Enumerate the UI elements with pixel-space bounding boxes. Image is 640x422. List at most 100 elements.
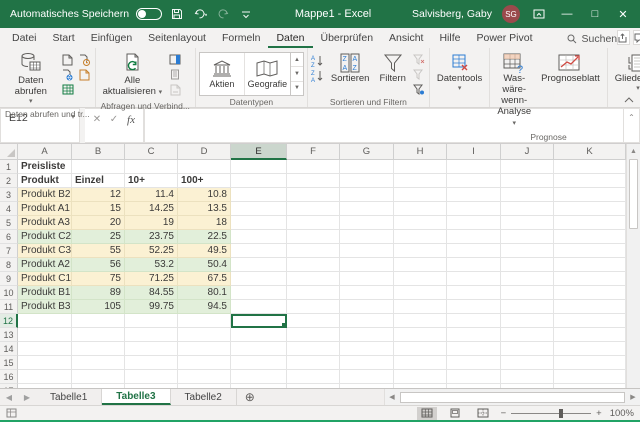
ribbon-tab-ansicht[interactable]: Ansicht bbox=[381, 30, 431, 48]
row-header-5[interactable]: 5 bbox=[0, 216, 18, 230]
cell-H4[interactable] bbox=[394, 202, 447, 216]
cell-E3[interactable] bbox=[231, 188, 287, 202]
cell-G7[interactable] bbox=[340, 244, 394, 258]
row-header-6[interactable]: 6 bbox=[0, 230, 18, 244]
cell-J6[interactable] bbox=[501, 230, 554, 244]
cell-E8[interactable] bbox=[231, 258, 287, 272]
row-header-7[interactable]: 7 bbox=[0, 244, 18, 258]
ribbon-tab-formeln[interactable]: Formeln bbox=[214, 30, 269, 48]
cell-E14[interactable] bbox=[231, 342, 287, 356]
cell-D9[interactable]: 67.5 bbox=[178, 272, 231, 286]
cell-B13[interactable] bbox=[72, 328, 125, 342]
scroll-left-icon[interactable]: ◀ bbox=[385, 393, 399, 401]
cell-K13[interactable] bbox=[554, 328, 626, 342]
cell-A6[interactable]: Produkt C2 bbox=[18, 230, 72, 244]
select-all-corner[interactable] bbox=[0, 144, 18, 160]
cell-F10[interactable] bbox=[287, 286, 340, 300]
close-button[interactable]: ✕ bbox=[614, 5, 632, 23]
stocks-button[interactable]: Aktien bbox=[200, 53, 245, 95]
cell-I6[interactable] bbox=[447, 230, 501, 244]
cell-H6[interactable] bbox=[394, 230, 447, 244]
row-header-13[interactable]: 13 bbox=[0, 328, 18, 342]
column-header-D[interactable]: D bbox=[178, 144, 231, 160]
from-web-icon[interactable] bbox=[61, 68, 75, 81]
ribbon-tab-datei[interactable]: Datei bbox=[4, 30, 45, 48]
cell-I10[interactable] bbox=[447, 286, 501, 300]
cell-K8[interactable] bbox=[554, 258, 626, 272]
cell-F14[interactable] bbox=[287, 342, 340, 356]
cell-D1[interactable] bbox=[178, 160, 231, 174]
cell-D2[interactable]: 100+ bbox=[178, 174, 231, 188]
cell-H9[interactable] bbox=[394, 272, 447, 286]
formula-bar-expand-icon[interactable]: ⌃ bbox=[624, 108, 640, 143]
cell-B2[interactable]: Einzel bbox=[72, 174, 125, 188]
cell-C4[interactable]: 14.25 bbox=[125, 202, 178, 216]
cell-I11[interactable] bbox=[447, 300, 501, 314]
geography-button[interactable]: Geografie bbox=[245, 53, 290, 95]
view-normal-button[interactable] bbox=[417, 407, 437, 420]
column-header-C[interactable]: C bbox=[125, 144, 178, 160]
cell-E10[interactable] bbox=[231, 286, 287, 300]
insert-function-icon[interactable]: fx bbox=[123, 112, 139, 127]
sheet-tab-tabelle3[interactable]: Tabelle3 bbox=[102, 389, 170, 405]
column-header-F[interactable]: F bbox=[287, 144, 340, 160]
cell-K4[interactable] bbox=[554, 202, 626, 216]
cell-F3[interactable] bbox=[287, 188, 340, 202]
cell-F12[interactable] bbox=[287, 314, 340, 328]
cell-H12[interactable] bbox=[394, 314, 447, 328]
cell-B7[interactable]: 55 bbox=[72, 244, 125, 258]
cell-D14[interactable] bbox=[178, 342, 231, 356]
cell-I8[interactable] bbox=[447, 258, 501, 272]
cell-F4[interactable] bbox=[287, 202, 340, 216]
row-header-16[interactable]: 16 bbox=[0, 370, 18, 384]
filter-button[interactable]: Filtern bbox=[375, 50, 409, 87]
cell-E17[interactable] bbox=[231, 384, 287, 388]
cell-E5[interactable] bbox=[231, 216, 287, 230]
cell-C14[interactable] bbox=[125, 342, 178, 356]
cell-H3[interactable] bbox=[394, 188, 447, 202]
sort-za-icon[interactable]: ZA bbox=[311, 69, 325, 82]
horizontal-scrollbar[interactable]: ◀ ▶ bbox=[384, 389, 640, 405]
cell-F11[interactable] bbox=[287, 300, 340, 314]
from-file-icon[interactable] bbox=[78, 68, 92, 81]
cell-I5[interactable] bbox=[447, 216, 501, 230]
cell-C5[interactable]: 19 bbox=[125, 216, 178, 230]
column-header-A[interactable]: A bbox=[18, 144, 72, 160]
cell-B14[interactable] bbox=[72, 342, 125, 356]
cell-B5[interactable]: 20 bbox=[72, 216, 125, 230]
row-header-12[interactable]: 12 bbox=[0, 314, 18, 328]
column-header-B[interactable]: B bbox=[72, 144, 125, 160]
cell-A9[interactable]: Produkt C1 bbox=[18, 272, 72, 286]
cell-I16[interactable] bbox=[447, 370, 501, 384]
cell-H16[interactable] bbox=[394, 370, 447, 384]
cell-B1[interactable] bbox=[72, 160, 125, 174]
cell-E4[interactable] bbox=[231, 202, 287, 216]
scroll-right-icon[interactable]: ▶ bbox=[626, 393, 640, 401]
cell-B11[interactable]: 105 bbox=[72, 300, 125, 314]
cell-B17[interactable] bbox=[72, 384, 125, 388]
cell-E15[interactable] bbox=[231, 356, 287, 370]
cell-J10[interactable] bbox=[501, 286, 554, 300]
column-header-G[interactable]: G bbox=[340, 144, 394, 160]
cell-J7[interactable] bbox=[501, 244, 554, 258]
cell-H10[interactable] bbox=[394, 286, 447, 300]
cell-H14[interactable] bbox=[394, 342, 447, 356]
cell-F1[interactable] bbox=[287, 160, 340, 174]
cell-A12[interactable] bbox=[18, 314, 72, 328]
scroll-up-icon[interactable]: ▲ bbox=[627, 144, 640, 158]
cell-D15[interactable] bbox=[178, 356, 231, 370]
cell-C10[interactable]: 84.55 bbox=[125, 286, 178, 300]
cell-E2[interactable] bbox=[231, 174, 287, 188]
cell-A1[interactable]: Preisliste bbox=[18, 160, 72, 174]
search-box[interactable]: Suchen bbox=[567, 33, 618, 48]
cell-A3[interactable]: Produkt B2 bbox=[18, 188, 72, 202]
cell-G8[interactable] bbox=[340, 258, 394, 272]
cell-B4[interactable]: 15 bbox=[72, 202, 125, 216]
cell-H8[interactable] bbox=[394, 258, 447, 272]
cell-A13[interactable] bbox=[18, 328, 72, 342]
cell-G15[interactable] bbox=[340, 356, 394, 370]
cell-K2[interactable] bbox=[554, 174, 626, 188]
zoom-level[interactable]: 100% bbox=[610, 408, 634, 419]
ribbon-tab-power-pivot[interactable]: Power Pivot bbox=[468, 30, 540, 48]
row-header-11[interactable]: 11 bbox=[0, 300, 18, 314]
